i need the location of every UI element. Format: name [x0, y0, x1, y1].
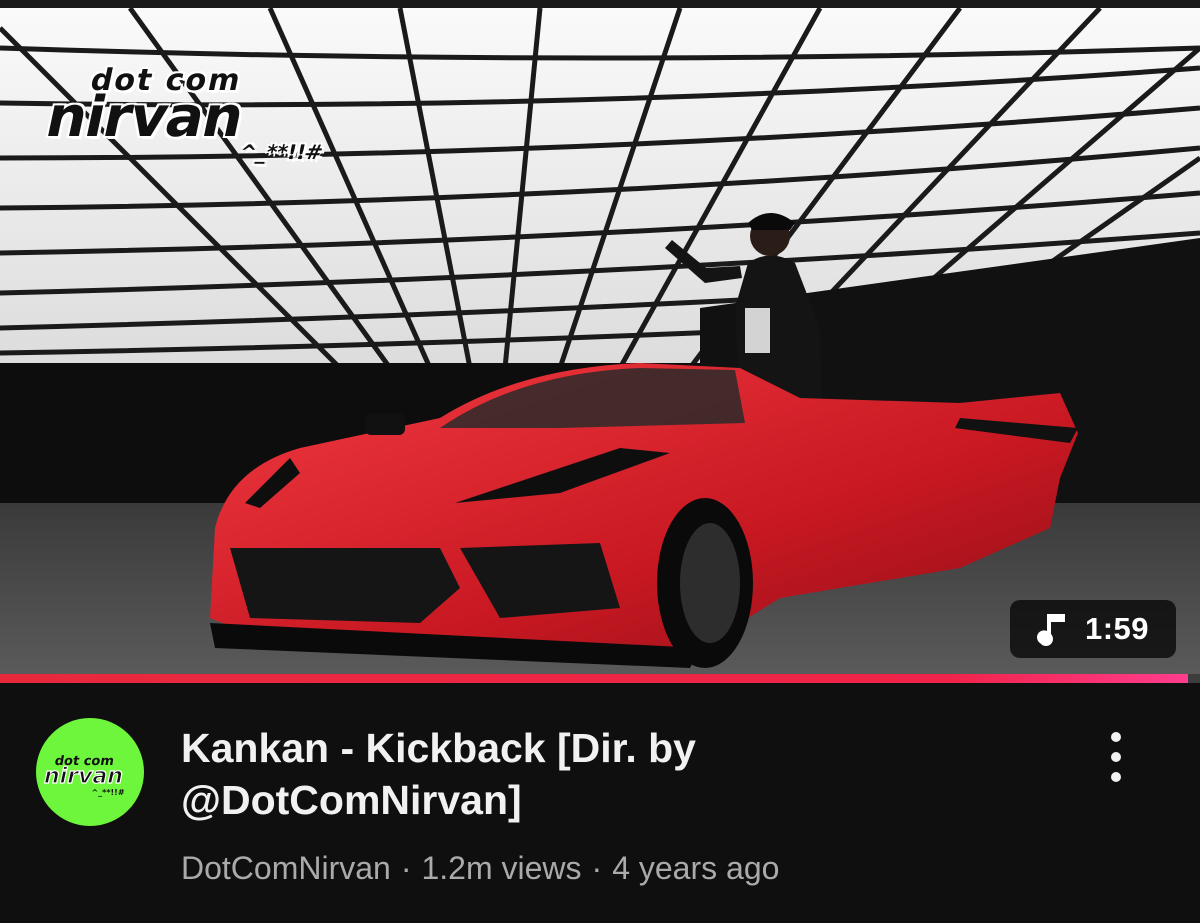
avatar-logo: dot com nirvan ^_**!!# [41, 754, 127, 797]
more-vertical-icon-dot [1111, 772, 1121, 782]
duration-badge: 1:59 [1010, 600, 1176, 658]
video-thumbnail[interactable]: dot com nirvan ^_**!!# 1:59 [0, 8, 1200, 674]
watermark-main: nirvan [40, 85, 250, 150]
channel-avatar[interactable]: dot com nirvan ^_**!!# [36, 718, 144, 826]
more-vertical-icon-dot [1111, 752, 1121, 762]
top-edge [0, 0, 1200, 8]
meta-separator: · [591, 850, 603, 886]
music-note-icon [1036, 614, 1065, 646]
channel-watermark: dot com nirvan ^_**!!# [38, 63, 341, 164]
meta-separator: · [400, 850, 412, 886]
svg-text:nirvan: nirvan [41, 763, 125, 789]
watch-progress-bar [0, 674, 1200, 683]
video-metadata: DotComNirvan · 1.2m views · 4 years ago [181, 848, 779, 888]
video-title[interactable]: Kankan - Kickback [Dir. by @DotComNirvan… [181, 722, 1001, 826]
upload-age: 4 years ago [612, 850, 780, 886]
duration-label: 1:59 [1084, 611, 1150, 646]
view-count: 1.2m views [421, 850, 582, 886]
more-options-button[interactable] [1094, 726, 1138, 788]
more-vertical-icon [1111, 732, 1121, 742]
channel-name[interactable]: DotComNirvan [181, 850, 391, 886]
watch-progress-fill [0, 674, 1188, 683]
svg-text:^_**!!#: ^_**!!# [91, 788, 124, 797]
